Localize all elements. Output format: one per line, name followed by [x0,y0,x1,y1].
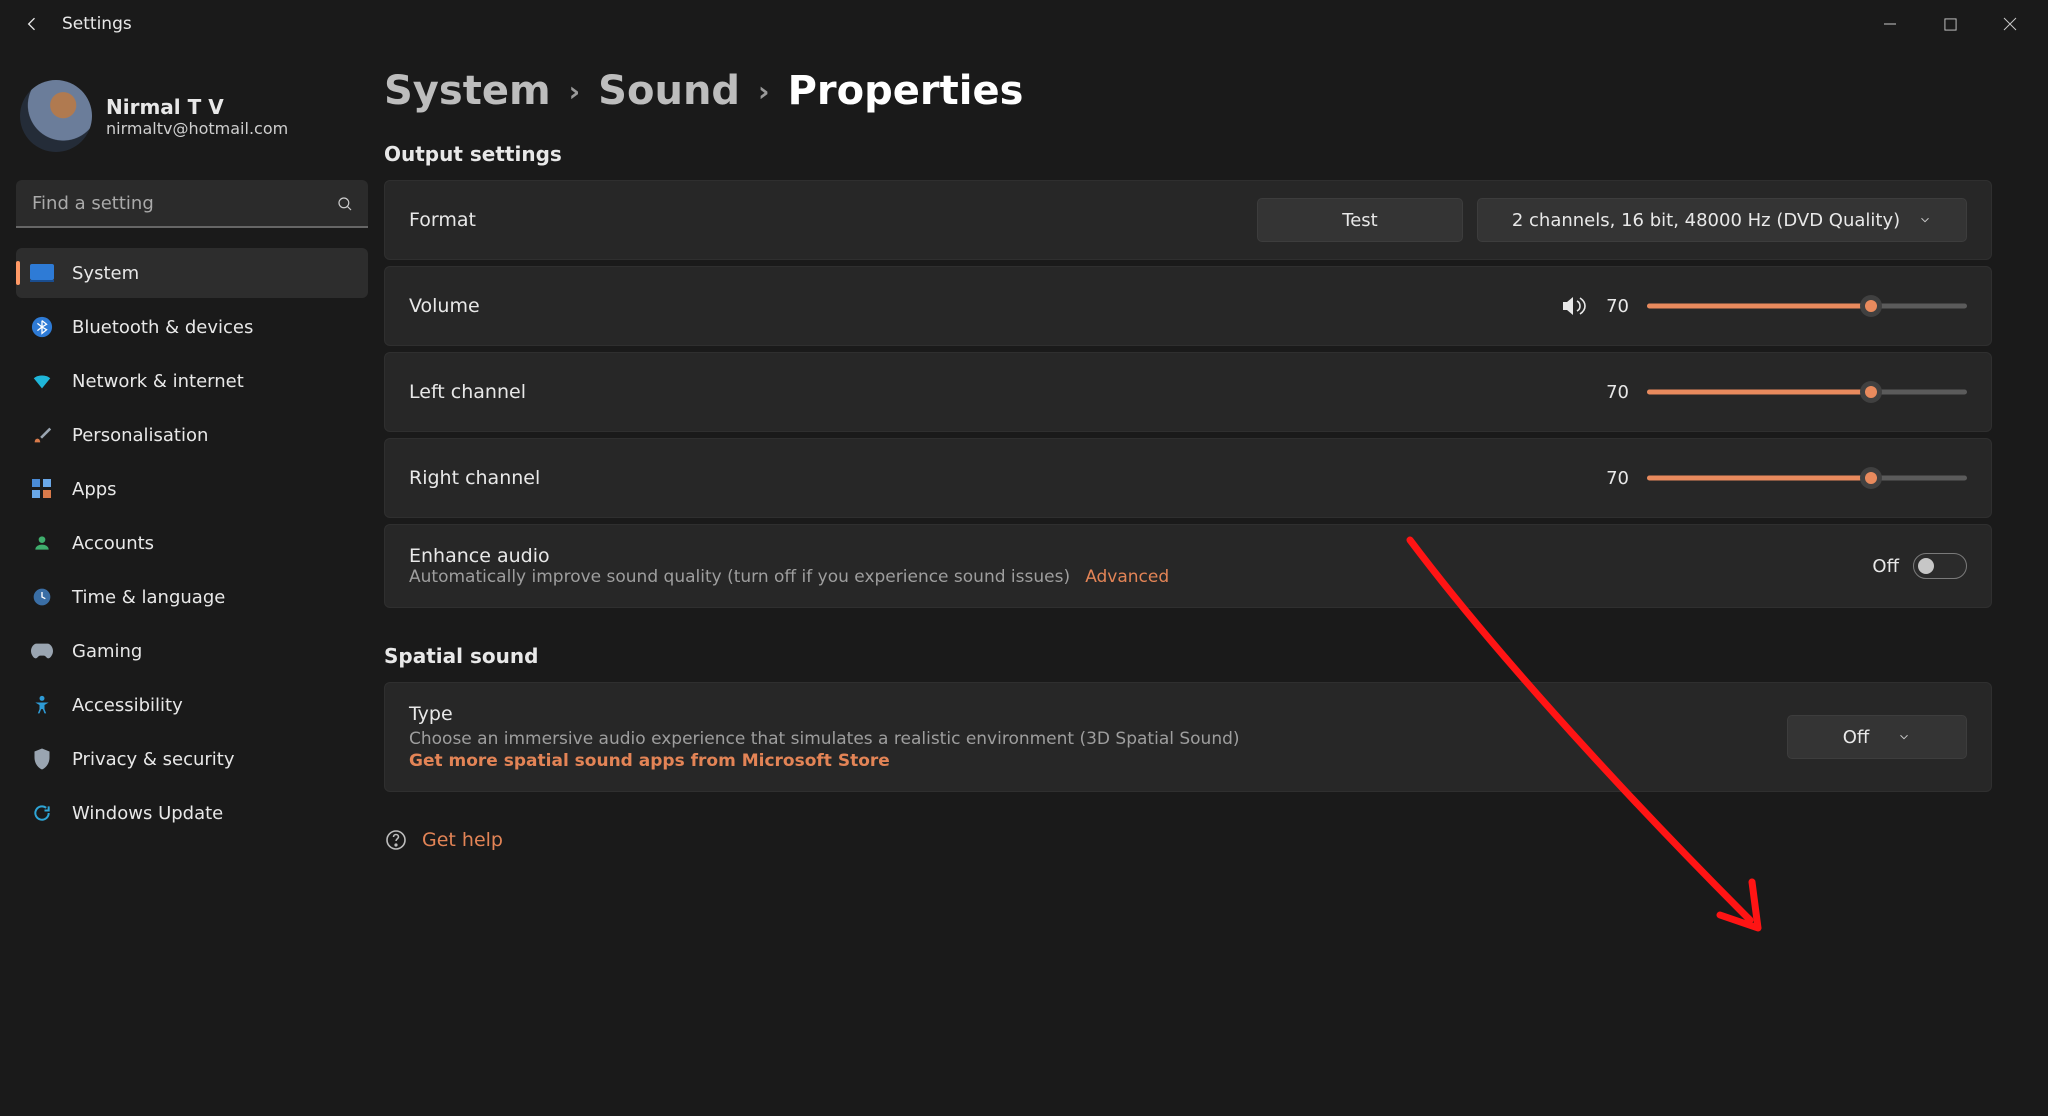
nav-time-language[interactable]: Time & language [16,572,368,622]
spatial-type-label: Type [409,703,1240,725]
enhance-state: Off [1872,556,1899,577]
clock-icon [30,585,54,609]
right-channel-label: Right channel [409,467,540,489]
chevron-right-icon: › [569,75,581,108]
arrow-left-icon [22,14,42,34]
update-icon [30,801,54,825]
breadcrumb: System › Sound › Properties [384,68,1992,114]
volume-row: Volume 70 [384,266,1992,346]
accessibility-icon [30,693,54,717]
left-channel-row: Left channel 70 [384,352,1992,432]
titlebar: Settings [0,0,2048,48]
monitor-icon [30,261,54,285]
nav-accounts[interactable]: Accounts [16,518,368,568]
spatial-type-row: Type Choose an immersive audio experienc… [384,682,1992,792]
right-channel-value: 70 [1606,468,1629,489]
gamepad-icon [30,639,54,663]
nav-label: Accessibility [72,695,183,716]
enhance-label: Enhance audio [409,545,1169,567]
nav-windows-update[interactable]: Windows Update [16,788,368,838]
person-icon [30,531,54,555]
profile-email: nirmaltv@hotmail.com [106,119,288,138]
right-channel-row: Right channel 70 [384,438,1992,518]
profile-section[interactable]: Nirmal T V nirmaltv@hotmail.com [16,60,368,180]
sidebar: Nirmal T V nirmaltv@hotmail.com System B… [0,48,384,1116]
nav-system[interactable]: System [16,248,368,298]
nav-label: Accounts [72,533,154,554]
minimize-icon [1883,17,1897,31]
format-label: Format [409,209,476,231]
apps-icon [30,477,54,501]
wifi-icon [30,369,54,393]
main: System › Sound › Properties Output setti… [384,48,2048,1116]
nav-label: Gaming [72,641,142,662]
nav-bluetooth[interactable]: Bluetooth & devices [16,302,368,352]
search-icon [336,195,354,213]
window-maximize[interactable] [1920,4,1980,44]
output-settings-title: Output settings [384,142,1992,166]
right-channel-slider[interactable] [1647,471,1967,485]
speaker-icon [1560,294,1588,318]
enhance-advanced-link[interactable]: Advanced [1085,567,1169,587]
enhance-toggle[interactable] [1913,553,1967,579]
volume-label: Volume [409,295,480,317]
enhance-audio-row: Enhance audio Automatically improve soun… [384,524,1992,608]
nav-label: Apps [72,479,117,500]
nav-label: Bluetooth & devices [72,317,253,338]
avatar [20,80,92,152]
nav-label: Windows Update [72,803,223,824]
nav-label: Network & internet [72,371,244,392]
nav-network[interactable]: Network & internet [16,356,368,406]
nav-privacy[interactable]: Privacy & security [16,734,368,784]
left-channel-label: Left channel [409,381,526,403]
bluetooth-icon [30,315,54,339]
left-channel-value: 70 [1606,382,1629,403]
format-selected: 2 channels, 16 bit, 48000 Hz (DVD Qualit… [1512,210,1900,231]
volume-value: 70 [1606,296,1629,317]
breadcrumb-system[interactable]: System [384,68,551,114]
chevron-down-icon [1918,213,1932,227]
volume-slider[interactable] [1647,299,1967,313]
shield-icon [30,747,54,771]
nav-gaming[interactable]: Gaming [16,626,368,676]
get-help-label: Get help [422,829,503,851]
spatial-type-dropdown[interactable]: Off [1787,715,1967,759]
nav-label: Time & language [72,587,225,608]
nav-apps[interactable]: Apps [16,464,368,514]
breadcrumb-sound[interactable]: Sound [598,68,740,114]
nav-label: Privacy & security [72,749,235,770]
spatial-type-sub: Choose an immersive audio experience tha… [409,729,1240,749]
breadcrumb-current: Properties [788,68,1024,114]
window-close[interactable] [1980,4,2040,44]
back-button[interactable] [8,0,56,48]
window-minimize[interactable] [1860,4,1920,44]
search-wrap [16,180,368,228]
nav-personalisation[interactable]: Personalisation [16,410,368,460]
format-row: Format Test 2 channels, 16 bit, 48000 Hz… [384,180,1992,260]
maximize-icon [1944,18,1957,31]
spatial-sound-title: Spatial sound [384,644,1992,668]
enhance-sub: Automatically improve sound quality (tur… [409,567,1070,587]
spatial-type-selected: Off [1843,727,1870,748]
get-help-link[interactable]: Get help [384,828,1992,852]
spatial-store-link[interactable]: Get more spatial sound apps from Microso… [409,751,1240,771]
help-icon [384,828,408,852]
nav: System Bluetooth & devices Network & int… [16,248,368,838]
nav-label: Personalisation [72,425,208,446]
test-button[interactable]: Test [1257,198,1463,242]
left-channel-slider[interactable] [1647,385,1967,399]
profile-name: Nirmal T V [106,95,288,119]
chevron-right-icon: › [758,75,770,108]
search-input[interactable] [16,180,368,228]
format-dropdown[interactable]: 2 channels, 16 bit, 48000 Hz (DVD Qualit… [1477,198,1967,242]
nav-label: System [72,263,139,284]
paintbrush-icon [30,423,54,447]
nav-accessibility[interactable]: Accessibility [16,680,368,730]
close-icon [2003,17,2017,31]
app-title: Settings [62,14,132,34]
chevron-down-icon [1897,730,1911,744]
